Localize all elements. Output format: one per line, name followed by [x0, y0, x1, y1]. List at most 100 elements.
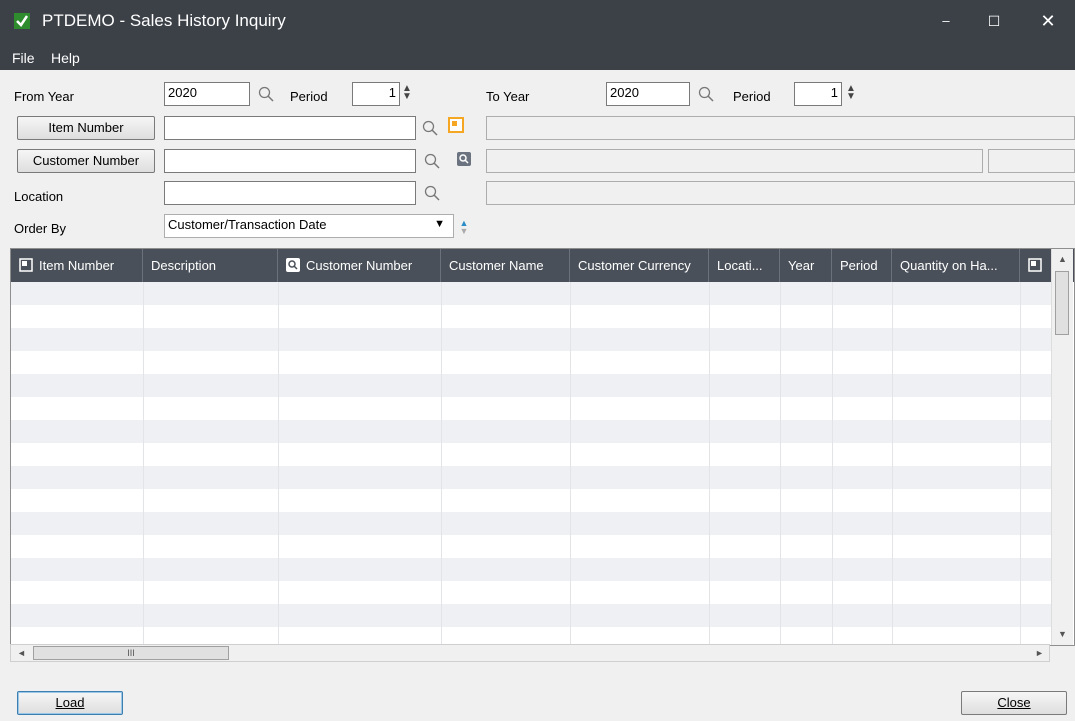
column-divider	[1020, 420, 1021, 443]
scroll-up-icon[interactable]: ▲	[1058, 254, 1067, 264]
column-divider	[441, 581, 442, 604]
column-chooser-icon[interactable]	[1020, 249, 1051, 282]
close-window-button[interactable]: ✕	[1028, 6, 1068, 36]
close-button[interactable]: Close	[961, 691, 1067, 715]
column-divider	[441, 397, 442, 420]
table-row[interactable]	[11, 512, 1051, 535]
table-row[interactable]	[11, 328, 1051, 351]
column-divider	[441, 535, 442, 558]
customer-number-input[interactable]	[164, 149, 416, 173]
column-divider	[1020, 305, 1021, 328]
column-divider	[278, 374, 279, 397]
search-icon[interactable]	[698, 86, 714, 102]
item-detail-icon[interactable]	[448, 117, 464, 133]
column-divider	[1020, 558, 1021, 581]
column-divider	[143, 282, 144, 305]
column-header-customer-number[interactable]: Customer Number	[278, 249, 441, 282]
customer-number-button[interactable]: Customer Number	[17, 149, 155, 173]
column-divider	[278, 351, 279, 374]
menu-help[interactable]: Help	[51, 50, 80, 66]
column-header-year[interactable]: Year	[780, 249, 832, 282]
scroll-left-icon[interactable]: ◄	[17, 648, 26, 658]
to-year-input[interactable]: 2020	[606, 82, 690, 106]
column-divider	[1020, 604, 1021, 627]
search-icon[interactable]	[424, 153, 440, 169]
table-row[interactable]	[11, 535, 1051, 558]
customer-zoom-icon	[286, 258, 300, 272]
table-row[interactable]	[11, 397, 1051, 420]
column-divider	[709, 512, 710, 535]
table-row[interactable]	[11, 558, 1051, 581]
column-divider	[780, 512, 781, 535]
column-divider	[441, 282, 442, 305]
search-icon[interactable]	[258, 86, 274, 102]
table-row[interactable]	[11, 604, 1051, 627]
item-detail-icon	[19, 258, 33, 272]
column-divider	[143, 489, 144, 512]
column-divider	[278, 397, 279, 420]
column-divider	[441, 374, 442, 397]
column-divider	[832, 305, 833, 328]
order-by-select[interactable]: Customer/Transaction Date ▼	[164, 214, 454, 238]
to-period-input[interactable]: 1	[794, 82, 842, 106]
column-divider	[832, 351, 833, 374]
customer-zoom-icon[interactable]	[456, 151, 472, 167]
column-header-item-number[interactable]: Item Number	[11, 249, 143, 282]
column-divider	[278, 420, 279, 443]
item-number-button[interactable]: Item Number	[17, 116, 155, 140]
item-number-input[interactable]	[164, 116, 416, 140]
column-divider	[832, 420, 833, 443]
column-header-location[interactable]: Locati...	[709, 249, 780, 282]
column-divider	[278, 512, 279, 535]
column-divider	[278, 305, 279, 328]
column-divider	[780, 328, 781, 351]
column-header-period[interactable]: Period	[832, 249, 892, 282]
table-row[interactable]	[11, 443, 1051, 466]
column-divider	[832, 512, 833, 535]
table-row[interactable]	[11, 489, 1051, 512]
column-divider	[441, 305, 442, 328]
column-divider	[441, 489, 442, 512]
table-row[interactable]	[11, 420, 1051, 443]
table-row[interactable]	[11, 282, 1051, 305]
table-row[interactable]	[11, 374, 1051, 397]
column-divider	[570, 535, 571, 558]
column-divider	[832, 581, 833, 604]
column-divider	[278, 604, 279, 627]
search-icon[interactable]	[422, 120, 438, 136]
minimize-button[interactable]: –	[926, 6, 966, 36]
column-header-customer-name[interactable]: Customer Name	[441, 249, 570, 282]
period-spinner-icon[interactable]: ▲ ▼	[846, 84, 856, 102]
table-row[interactable]	[11, 351, 1051, 374]
load-button[interactable]: Load	[17, 691, 123, 715]
table-row[interactable]	[11, 305, 1051, 328]
maximize-button[interactable]: ☐	[974, 6, 1014, 36]
scroll-right-icon[interactable]: ►	[1035, 648, 1044, 658]
menu-file[interactable]: File	[12, 50, 35, 66]
column-header-description[interactable]: Description	[143, 249, 278, 282]
column-divider	[570, 282, 571, 305]
table-row[interactable]	[11, 466, 1051, 489]
period-spinner-icon[interactable]: ▲ ▼	[402, 84, 412, 102]
column-divider	[709, 374, 710, 397]
column-divider	[832, 443, 833, 466]
column-divider	[709, 328, 710, 351]
horizontal-scroll-thumb[interactable]: III	[33, 646, 229, 660]
grid-rows	[11, 282, 1051, 645]
from-year-input[interactable]: 2020	[164, 82, 250, 106]
horizontal-scrollbar[interactable]: ◄ III ►	[10, 644, 1050, 662]
column-divider	[832, 558, 833, 581]
from-period-input[interactable]: 1	[352, 82, 400, 106]
column-divider	[441, 328, 442, 351]
scroll-down-icon[interactable]: ▼	[1058, 629, 1067, 639]
location-input[interactable]	[164, 181, 416, 205]
vertical-scrollbar[interactable]: ▲ ▼	[1051, 249, 1073, 645]
vertical-scroll-thumb[interactable]	[1055, 271, 1069, 335]
column-divider	[278, 558, 279, 581]
sort-direction-icon[interactable]: ▲ ▼	[459, 219, 469, 236]
column-divider	[441, 466, 442, 489]
table-row[interactable]	[11, 581, 1051, 604]
column-header-customer-currency[interactable]: Customer Currency	[570, 249, 709, 282]
search-icon[interactable]	[424, 185, 440, 201]
column-header-quantity-on-hand[interactable]: Quantity on Ha...	[892, 249, 1020, 282]
